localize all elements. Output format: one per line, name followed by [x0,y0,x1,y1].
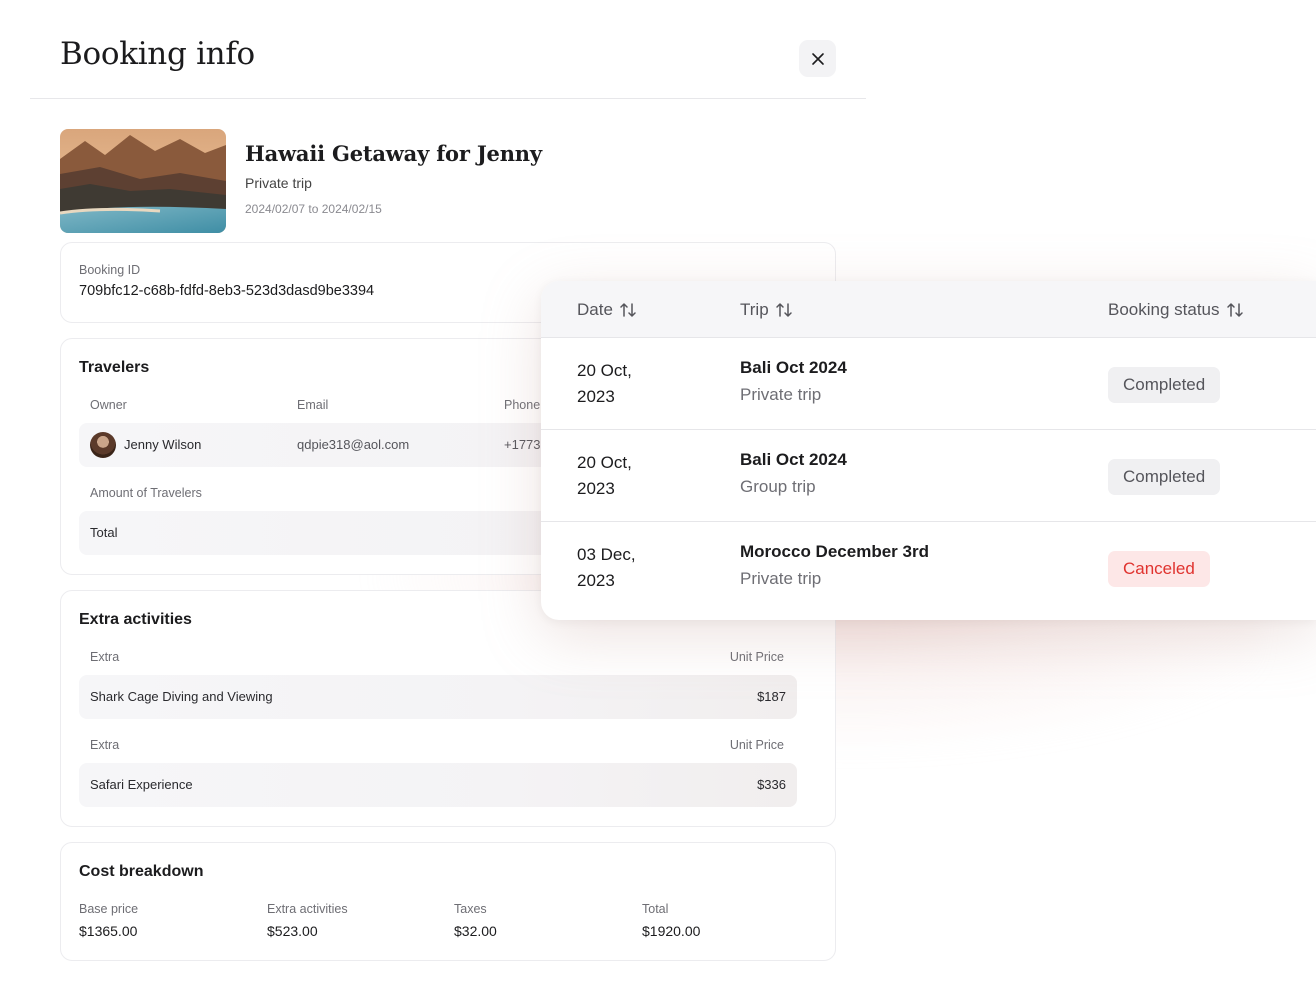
traveler-phone: +1773 [504,437,541,452]
booking-trip-type: Private trip [740,385,822,404]
trip-title: Hawaii Getaway for Jenny [245,141,542,166]
list-item: Safari Experience $336 [79,763,797,807]
booking-trip-type: Private trip [740,569,822,588]
booking-trip-name: Bali Oct 2024 [740,450,847,469]
extra-column-header: Extra [90,650,120,664]
header-divider [30,98,866,99]
table-header: Date Trip Booking status [541,281,1316,338]
trip-dates: 2024/02/07 to 2024/02/15 [245,202,382,216]
extra-name: Safari Experience [90,777,193,792]
date-column-header[interactable]: Date [577,300,637,320]
close-icon [811,52,824,65]
booking-date: 03 Dec, 2023 [577,545,636,590]
bookings-table-card: Date Trip Booking status 20 Oct, 2023 Ba… [541,281,1316,620]
unit-price-column-header: Unit Price [729,650,784,664]
base-price-label: Base price [79,902,139,916]
travelers-total-label: Total [90,525,118,540]
trip-column-header[interactable]: Trip [740,300,793,320]
booking-date: 20 Oct, 2023 [577,361,632,406]
taxes-label: Taxes [454,902,487,916]
unit-price-column-header: Unit Price [729,738,784,752]
amount-of-travelers-label: Amount of Travelers [90,486,202,500]
booking-id-label: Booking ID [79,263,141,277]
taxes-value: $32.00 [454,923,497,939]
trip-column-label: Trip [740,300,769,319]
total-cost-value: $1920.00 [642,923,701,939]
booking-status-column-header[interactable]: Booking status [1108,300,1244,320]
trip-image [60,129,226,233]
extra-activities-card: Extra activities Extra Unit Price Shark … [60,590,836,827]
travelers-title: Travelers [79,359,150,376]
booking-trip-name: Bali Oct 2024 [740,358,847,377]
table-row[interactable]: 20 Oct, 2023 Bali Oct 2024 Group trip Co… [541,430,1316,522]
avatar [90,432,116,458]
status-badge: Completed [1108,459,1221,495]
page-title: Booking info [60,36,255,72]
extra-column-header: Extra [90,738,120,752]
status-badge: Canceled [1108,551,1210,587]
close-button[interactable] [799,40,836,77]
sort-icon [1226,303,1243,317]
owner-column-header: Owner [90,398,127,412]
booking-trip-type: Group trip [740,477,816,496]
extra-price: $336 [757,777,786,792]
sort-icon [620,303,636,317]
phone-column-header: Phone [504,398,541,412]
cost-breakdown-title: Cost breakdown [79,863,204,880]
sort-icon [775,303,792,317]
cost-breakdown-card: Cost breakdown Base price $1365.00 Extra… [60,842,836,961]
base-price-value: $1365.00 [79,923,138,939]
email-column-header: Email [297,398,329,412]
traveler-email: qdpie318@aol.com [297,437,410,452]
trip-type: Private trip [245,175,312,191]
table-row[interactable]: 03 Dec, 2023 Morocco December 3rd Privat… [541,522,1316,614]
extra-activities-cost-value: $523.00 [267,923,318,939]
extra-activities-cost-label: Extra activities [267,902,348,916]
traveler-name: Jenny Wilson [124,437,202,452]
total-cost-label: Total [642,902,669,916]
status-badge: Completed [1108,367,1221,403]
list-item: Shark Cage Diving and Viewing $187 [79,675,797,719]
extra-activities-title: Extra activities [79,611,192,628]
table-row[interactable]: 20 Oct, 2023 Bali Oct 2024 Private trip … [541,338,1316,430]
booking-date: 20 Oct, 2023 [577,453,632,498]
booking-status-column-label: Booking status [1108,300,1220,319]
booking-trip-name: Morocco December 3rd [740,542,929,561]
date-column-label: Date [577,300,613,319]
extra-name: Shark Cage Diving and Viewing [90,689,273,704]
extra-price: $187 [757,689,786,704]
booking-id-value: 709bfc12-c68b-fdfd-8eb3-523d3dasd9be3394 [79,283,375,299]
